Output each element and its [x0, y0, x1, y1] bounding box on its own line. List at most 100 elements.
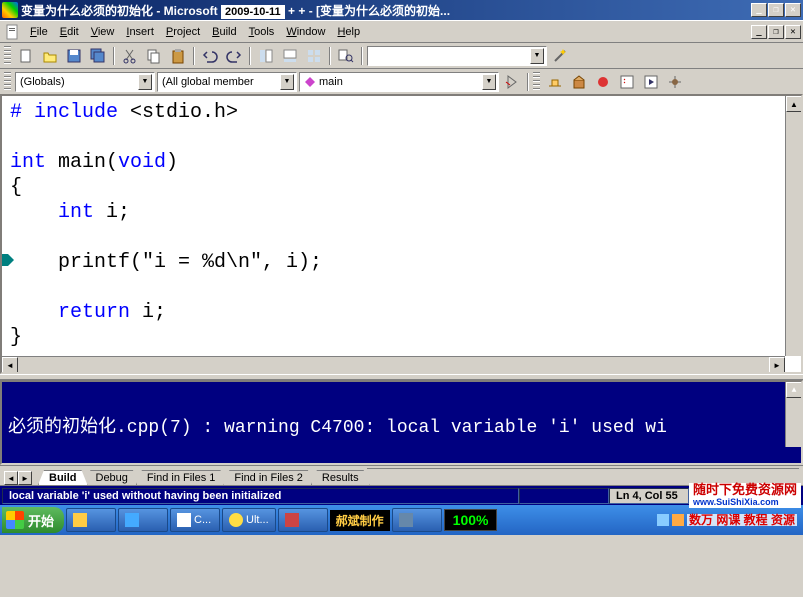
menu-insert[interactable]: Insert — [120, 24, 160, 40]
undo-button[interactable] — [199, 45, 221, 67]
quick-launch-item[interactable] — [118, 508, 168, 532]
tab-build[interactable]: Build — [38, 470, 88, 485]
tray-icon[interactable] — [672, 514, 684, 526]
undo-icon — [202, 48, 218, 64]
cut-button[interactable] — [119, 45, 141, 67]
system-tray[interactable]: 数万 网课 教程 资源 — [653, 514, 801, 526]
breakpoint-icon — [667, 74, 683, 90]
app-icon — [399, 513, 413, 527]
mdi-close-button[interactable]: ✕ — [785, 25, 801, 39]
tab-scroll-right-button[interactable]: ► — [18, 471, 32, 485]
chevron-down-icon[interactable]: ▼ — [530, 48, 544, 64]
close-button[interactable]: ✕ — [785, 3, 801, 17]
menu-file[interactable]: FFileile — [24, 24, 54, 40]
open-button[interactable] — [39, 45, 61, 67]
code-token: i; — [130, 301, 166, 324]
scope-combo[interactable]: (Globals) ▼ — [15, 72, 155, 92]
tray-icon[interactable] — [657, 514, 669, 526]
output-warning-line: 必须的初始化.cpp(7) : warning C4700: local var… — [2, 382, 801, 442]
save-button[interactable] — [63, 45, 85, 67]
menu-project[interactable]: Project — [160, 24, 206, 40]
build-icon — [571, 74, 587, 90]
go-button[interactable] — [501, 71, 523, 93]
new-file-icon — [18, 48, 34, 64]
menu-edit[interactable]: Edit — [54, 24, 85, 40]
code-token — [10, 201, 58, 224]
redo-button[interactable] — [223, 45, 245, 67]
find-in-files-button[interactable] — [335, 45, 357, 67]
taskbar-item[interactable] — [278, 508, 328, 532]
window-list-icon — [306, 48, 322, 64]
taskbar-item[interactable]: C... — [170, 508, 220, 532]
members-combo[interactable]: (All global member ▼ — [157, 72, 297, 92]
credit-label: 郝斌制作 — [330, 510, 390, 531]
scope-combo-value: (Globals) — [20, 76, 65, 88]
go-debug-icon — [643, 74, 659, 90]
status-cursor-position: Ln 4, Col 55 — [609, 488, 689, 504]
scroll-right-button[interactable]: ► — [769, 357, 785, 373]
compile-button[interactable] — [544, 71, 566, 93]
mdi-restore-button[interactable]: ❐ — [768, 25, 784, 39]
wizard-icon — [552, 48, 568, 64]
menu-help[interactable]: Help — [331, 24, 366, 40]
quick-launch-item[interactable] — [66, 508, 116, 532]
menu-view[interactable]: View — [85, 24, 121, 40]
breakpoint-button[interactable] — [664, 71, 686, 93]
tab-results[interactable]: Results — [311, 470, 370, 485]
menu-tools[interactable]: Tools — [243, 24, 281, 40]
taskbar-item[interactable] — [392, 508, 442, 532]
vertical-scrollbar[interactable]: ▲ — [785, 382, 801, 447]
taskbar-item[interactable]: Ult... — [222, 508, 276, 532]
output-window-button[interactable] — [279, 45, 301, 67]
taskbar: 开始 C... Ult... 郝斌制作 100% 数万 网课 教程 资源 — [0, 505, 803, 535]
new-file-button[interactable] — [15, 45, 37, 67]
toolbar-grip[interactable] — [533, 72, 540, 92]
editor-content[interactable]: # include <stdio.h> int main(void) { int… — [2, 96, 801, 354]
code-editor[interactable]: # include <stdio.h> int main(void) { int… — [0, 94, 803, 374]
mdi-minimize-button[interactable]: _ — [751, 25, 767, 39]
output-window[interactable]: 必须的初始化.cpp(7) : warning C4700: local var… — [0, 380, 803, 465]
chevron-down-icon[interactable]: ▼ — [482, 74, 496, 90]
window-list-button[interactable] — [303, 45, 325, 67]
function-combo[interactable]: main ▼ — [299, 72, 499, 92]
watermark: 随时下免费资源网 www.SuiShiXia.com — [689, 487, 801, 505]
scroll-left-button[interactable]: ◄ — [2, 357, 18, 373]
start-button[interactable]: 开始 — [2, 507, 64, 533]
start-label: 开始 — [28, 511, 54, 530]
wizard-button[interactable] — [549, 45, 571, 67]
menu-window[interactable]: Window — [280, 24, 331, 40]
watermark-text: 随时下免费资源网 — [693, 482, 797, 497]
copy-icon — [146, 48, 162, 64]
vertical-scrollbar[interactable]: ▲ — [785, 96, 801, 356]
find-in-files-icon — [338, 48, 354, 64]
toolbar-grip[interactable] — [4, 46, 11, 66]
execute-button[interactable] — [616, 71, 638, 93]
paste-button[interactable] — [167, 45, 189, 67]
scroll-up-button[interactable]: ▲ — [786, 96, 802, 112]
document-icon — [5, 24, 21, 40]
tab-find-in-files-1[interactable]: Find in Files 1 — [136, 470, 226, 485]
chevron-down-icon[interactable]: ▼ — [138, 74, 152, 90]
code-line: printf("i = %d\n", i); — [10, 250, 793, 275]
chevron-down-icon[interactable]: ▼ — [280, 74, 294, 90]
horizontal-scrollbar[interactable]: ◄ ► — [2, 356, 785, 372]
tab-scroll-left-button[interactable]: ◄ — [4, 471, 18, 485]
compile-icon — [547, 74, 563, 90]
menu-build[interactable]: Build — [206, 24, 242, 40]
standard-toolbar: ▼ — [0, 42, 803, 68]
copy-button[interactable] — [143, 45, 165, 67]
toolbar-grip[interactable] — [4, 72, 11, 92]
save-all-button[interactable] — [87, 45, 109, 67]
stop-build-button[interactable] — [592, 71, 614, 93]
scroll-up-button[interactable]: ▲ — [786, 382, 802, 398]
workspace-button[interactable] — [255, 45, 277, 67]
tab-find-in-files-2[interactable]: Find in Files 2 — [223, 470, 313, 485]
go-debug-button[interactable] — [640, 71, 662, 93]
app-icon — [229, 513, 243, 527]
tab-debug[interactable]: Debug — [85, 470, 139, 485]
stop-build-icon — [595, 74, 611, 90]
build-button[interactable] — [568, 71, 590, 93]
find-combo[interactable]: ▼ — [367, 46, 547, 66]
minimize-button[interactable]: _ — [751, 3, 767, 17]
restore-button[interactable]: ❐ — [768, 3, 784, 17]
